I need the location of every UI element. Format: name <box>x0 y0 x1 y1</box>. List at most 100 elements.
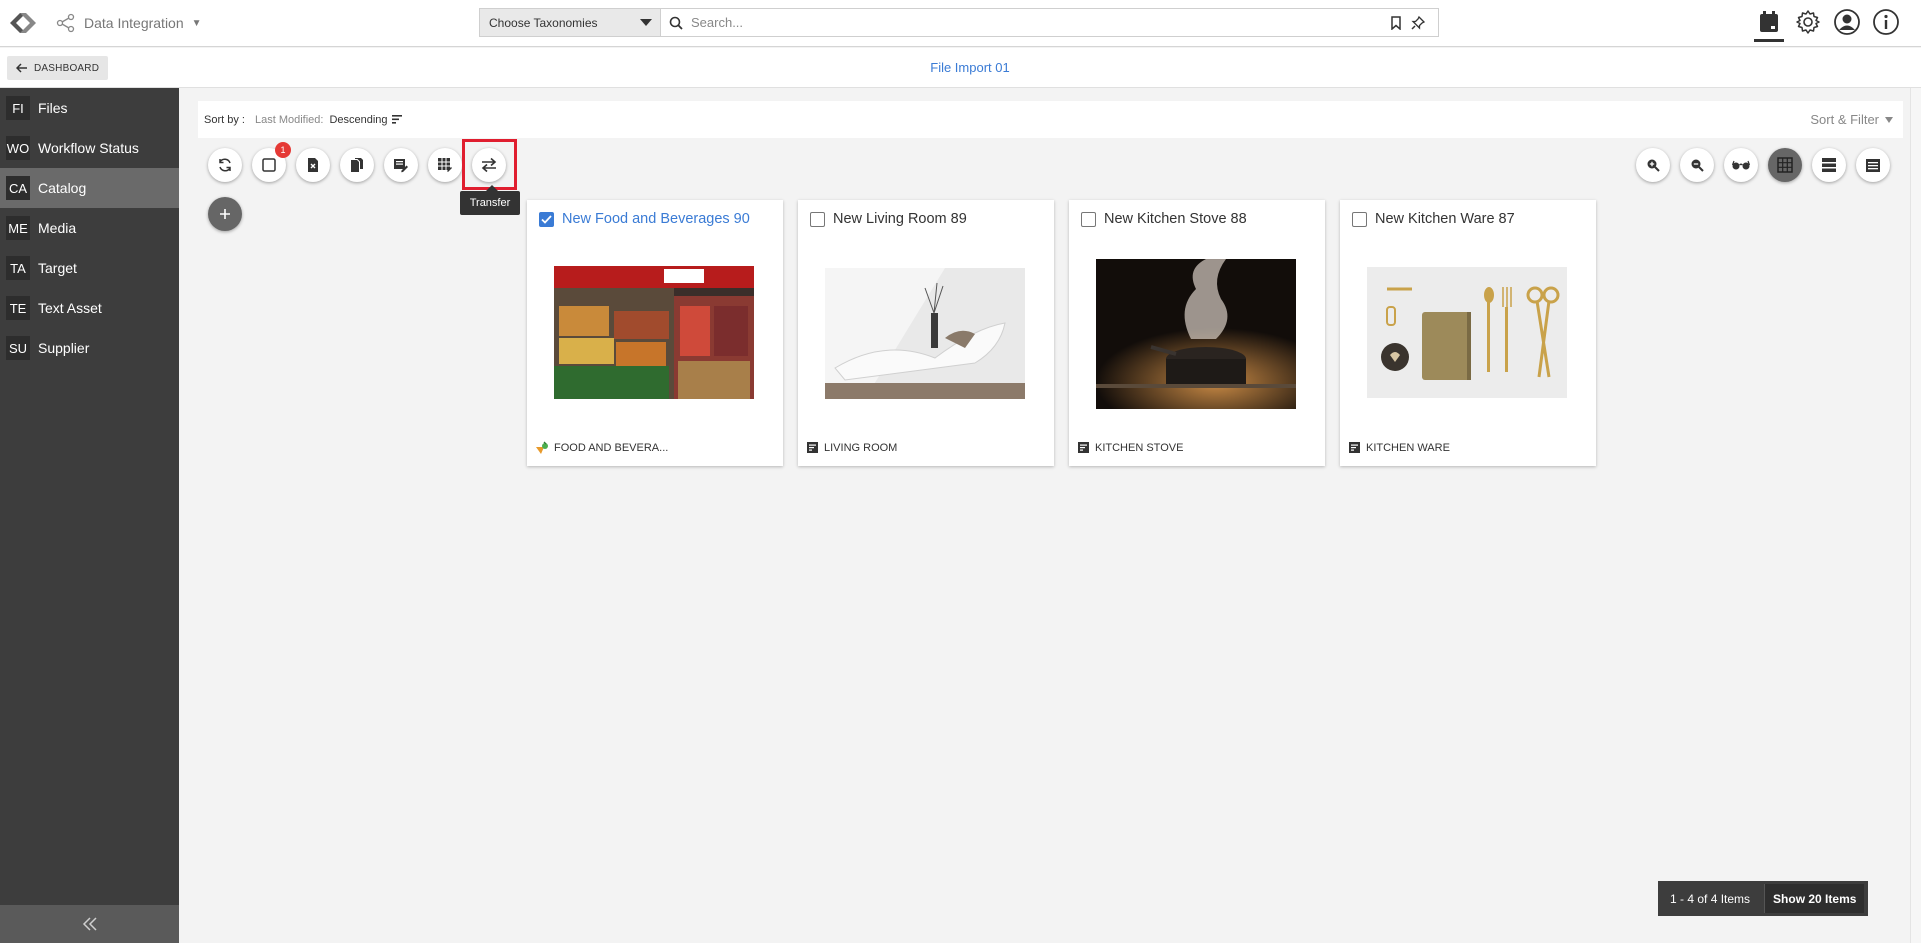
sort-desc-icon <box>391 115 402 124</box>
share-nodes-icon <box>56 13 75 33</box>
sidebar-item-label: Target <box>38 260 77 276</box>
list-view-button[interactable] <box>1812 148 1846 182</box>
edit-button[interactable] <box>384 148 418 182</box>
product-image <box>554 266 754 399</box>
app-switcher[interactable]: Data Integration ▼ <box>56 12 202 34</box>
card-title[interactable]: New Living Room 89 <box>833 211 967 227</box>
search-input[interactable] <box>683 15 1390 30</box>
gear-icon <box>1796 10 1820 34</box>
card-category-label: KITCHEN WARE <box>1366 441 1450 454</box>
sidebar-item-media[interactable]: ME Media <box>0 208 179 248</box>
card-category-label: KITCHEN STOVE <box>1095 441 1184 454</box>
sub-header: DASHBOARD File Import 01 <box>0 48 1921 88</box>
card-category: KITCHEN STOVE <box>1077 441 1183 454</box>
sidebar-item-label: Files <box>38 100 68 116</box>
card-title[interactable]: New Kitchen Stove 88 <box>1104 211 1247 227</box>
sidebar-item-label: Supplier <box>38 340 90 356</box>
product-card[interactable]: New Kitchen Ware 87 KITCHEN WARE <box>1340 200 1596 466</box>
card-title[interactable]: New Kitchen Ware 87 <box>1375 211 1515 227</box>
page-size-button[interactable]: Show 20 Items <box>1764 884 1865 913</box>
page-title: File Import 01 <box>930 60 1010 75</box>
search-bar: Choose Taxonomies <box>479 8 1439 37</box>
card-header: New Kitchen Ware 87 <box>1352 211 1515 227</box>
sidebar-item-label: Workflow Status <box>38 140 139 156</box>
card-checkbox[interactable] <box>539 211 554 227</box>
card-category: FOOD AND BEVERA... <box>535 441 668 455</box>
details-view-button[interactable] <box>1856 148 1890 182</box>
bookmark-icon[interactable] <box>1390 15 1402 30</box>
food-category-icon <box>536 441 548 454</box>
top-bar: Data Integration ▼ Choose Taxonomies <box>0 0 1921 47</box>
preview-button[interactable] <box>1724 148 1758 182</box>
delete-button[interactable] <box>296 148 330 182</box>
sidebar-item-abbr: SU <box>6 336 30 360</box>
select-all-button[interactable]: 1 <box>252 142 291 182</box>
card-header: New Kitchen Stove 88 <box>1081 211 1247 227</box>
sidebar-item-abbr: FI <box>6 96 30 120</box>
card-checkbox[interactable] <box>810 211 825 227</box>
sidebar-item-label: Media <box>38 220 77 236</box>
sidebar-item-workflow-status[interactable]: WO Workflow Status <box>0 128 179 168</box>
refresh-button[interactable] <box>208 148 242 182</box>
card-header: New Living Room 89 <box>810 211 967 227</box>
sort-by-label: Sort by : <box>204 113 245 126</box>
details-view-icon <box>1866 159 1880 172</box>
caret-down-icon <box>640 19 652 26</box>
user-profile-button[interactable] <box>1832 6 1862 38</box>
caret-down-icon <box>1885 116 1893 123</box>
sidebar-item-target[interactable]: TA Target <box>0 248 179 288</box>
sort-bar: Sort by : Last Modified: Descending Sort… <box>198 101 1903 138</box>
product-card[interactable]: New Kitchen Stove 88 KITCHEN STOVE <box>1069 200 1325 466</box>
refresh-icon <box>219 158 231 172</box>
sidebar-item-catalog[interactable]: CA Catalog <box>0 168 179 208</box>
delete-file-icon <box>308 158 318 172</box>
sort-filter-button[interactable]: Sort & Filter <box>1810 112 1893 127</box>
card-title[interactable]: New Food and Beverages 90 <box>562 211 750 227</box>
sidebar-collapse-button[interactable] <box>0 905 179 943</box>
taxonomy-select-label: Choose Taxonomies <box>489 15 598 30</box>
sidebar-item-label: Catalog <box>38 180 87 196</box>
document-category-icon <box>1078 442 1089 453</box>
pin-icon[interactable] <box>1410 15 1426 31</box>
sort-order-toggle[interactable]: Descending <box>329 114 402 126</box>
product-card[interactable]: New Living Room 89 LIVING ROOM <box>798 200 1054 466</box>
sidebar-item-files[interactable]: FI Files <box>0 88 179 128</box>
page-scrollbar[interactable] <box>1910 88 1921 943</box>
add-button[interactable] <box>208 197 242 231</box>
transfer-tooltip: Transfer <box>460 185 520 215</box>
grid-edit-button[interactable] <box>428 148 462 182</box>
product-image <box>825 268 1025 399</box>
logo-icon[interactable] <box>6 8 40 38</box>
taxonomy-select[interactable]: Choose Taxonomies <box>480 9 661 36</box>
card-checkbox[interactable] <box>1081 211 1096 227</box>
task-calendar-button[interactable] <box>1754 6 1784 42</box>
grid-icon <box>1777 157 1793 173</box>
sidebar-item-supplier[interactable]: SU Supplier <box>0 328 179 368</box>
list-view-icon <box>1822 158 1836 172</box>
info-button[interactable] <box>1871 6 1901 38</box>
caret-down-icon: ▼ <box>191 17 202 29</box>
copy-icon <box>351 158 363 172</box>
sort-field[interactable]: Last Modified: <box>255 114 323 126</box>
grid-view-button[interactable] <box>1768 148 1802 182</box>
product-image <box>1096 259 1296 409</box>
settings-button[interactable] <box>1793 6 1823 38</box>
copy-button[interactable] <box>340 148 374 182</box>
card-checkbox[interactable] <box>1352 211 1367 227</box>
sidebar-item-abbr: TA <box>6 256 30 280</box>
sort-order-label: Descending <box>329 113 388 126</box>
product-card[interactable]: New Food and Beverages 90 FOOD AND BEVER… <box>527 200 783 466</box>
card-category: KITCHEN WARE <box>1348 441 1450 454</box>
sidebar-item-text-asset[interactable]: TE Text Asset <box>0 288 179 328</box>
transfer-highlight <box>462 139 517 190</box>
top-icons <box>1754 6 1901 42</box>
selected-count-badge: 1 <box>275 142 291 158</box>
sidebar-item-abbr: TE <box>6 296 30 320</box>
product-image <box>1367 267 1567 398</box>
card-category: LIVING ROOM <box>806 441 897 454</box>
pagination: 1 - 4 of 4 Items Show 20 Items <box>1658 881 1869 916</box>
app-name: Data Integration <box>84 15 184 31</box>
zoom-out-button[interactable] <box>1680 148 1714 182</box>
search-icon <box>669 16 683 30</box>
zoom-in-button[interactable] <box>1636 148 1670 182</box>
